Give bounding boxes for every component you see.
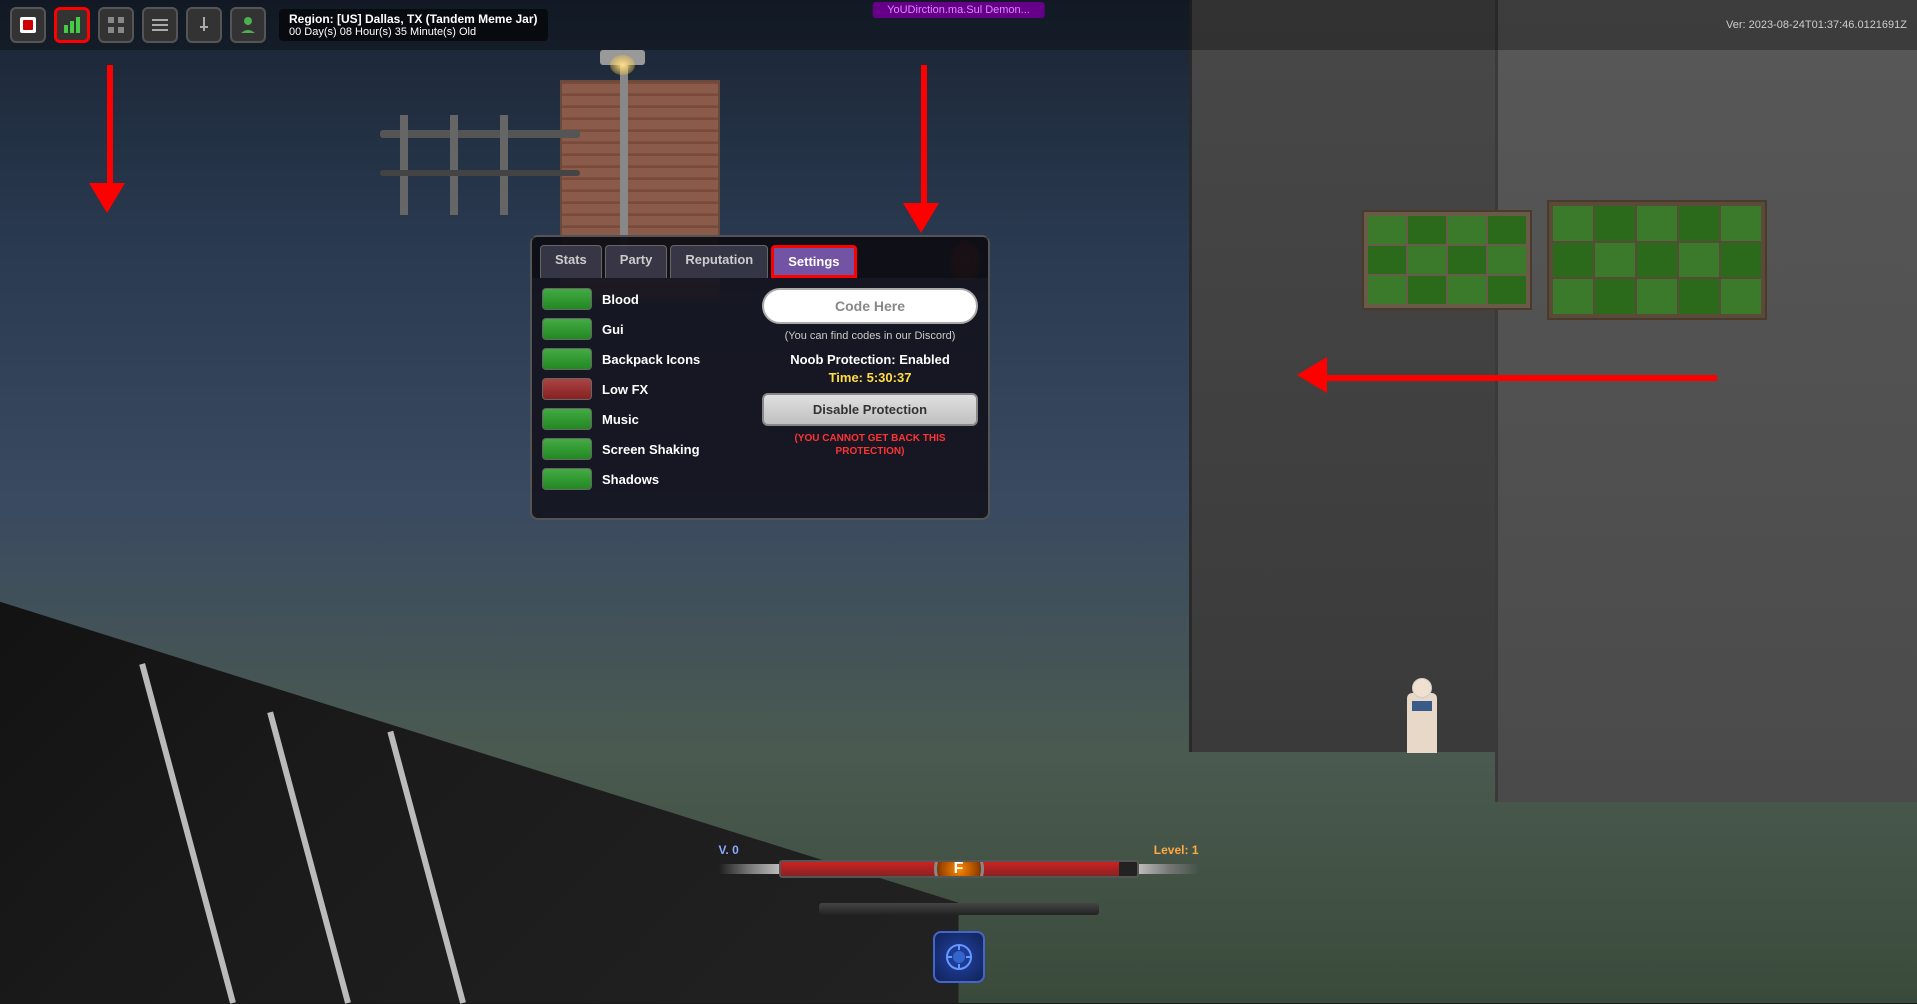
toggle-label-music: Music bbox=[602, 412, 639, 427]
metal-pole-3 bbox=[500, 115, 508, 215]
tabs-row: Stats Party Reputation Settings bbox=[532, 237, 988, 278]
xp-bar-outer: F bbox=[779, 860, 1139, 878]
toggle-row-shadows: Shadows bbox=[542, 468, 752, 490]
stats-icon[interactable] bbox=[54, 7, 90, 43]
toggle-label-blood: Blood bbox=[602, 292, 639, 307]
toggle-lowfx[interactable] bbox=[542, 378, 592, 400]
skill-icon[interactable] bbox=[933, 931, 985, 983]
xp-bar-area: V. 0 Level: 1 F bbox=[719, 843, 1199, 878]
arrow-line-right-horizontal bbox=[1317, 375, 1717, 381]
toggle-row-screen-shaking: Screen Shaking bbox=[542, 438, 752, 460]
settings-right-col: Code Here (You can find codes in our Dis… bbox=[752, 288, 978, 498]
toggle-music[interactable] bbox=[542, 408, 592, 430]
scroll-icon[interactable] bbox=[142, 7, 178, 43]
toggle-row-lowfx: Low FX bbox=[542, 378, 752, 400]
disable-protection-button[interactable]: Disable Protection bbox=[762, 393, 978, 426]
poster-12 bbox=[1595, 279, 1635, 314]
poster-4 bbox=[1679, 206, 1719, 241]
arrow-line-settings-vertical bbox=[921, 65, 927, 205]
xp-emblem-letter: F bbox=[954, 860, 964, 878]
toggle-label-screen-shaking: Screen Shaking bbox=[602, 442, 700, 457]
protection-time-label: Time: bbox=[829, 370, 863, 385]
toggle-label-backpack: Backpack Icons bbox=[602, 352, 700, 367]
arrow-head-settings bbox=[903, 203, 939, 233]
poster-3 bbox=[1637, 206, 1677, 241]
poster-6 bbox=[1553, 243, 1593, 278]
poster-15 bbox=[1721, 279, 1761, 314]
toggle-label-lowfx: Low FX bbox=[602, 382, 648, 397]
purple-banner: YoUDirction.ma.Sul Demon... bbox=[872, 2, 1045, 18]
toggle-row-backpack: Backpack Icons bbox=[542, 348, 752, 370]
sword-icon[interactable] bbox=[186, 7, 222, 43]
toggle-screen-shaking[interactable] bbox=[542, 438, 592, 460]
lamp-light bbox=[610, 55, 635, 75]
tab-party[interactable]: Party bbox=[605, 245, 668, 278]
toggle-label-shadows: Shadows bbox=[602, 472, 659, 487]
toggle-backpack[interactable] bbox=[542, 348, 592, 370]
tab-stats[interactable]: Stats bbox=[540, 245, 602, 278]
metal-pole-1 bbox=[400, 115, 408, 215]
region-info: Region: [US] Dallas, TX (Tandem Meme Jar… bbox=[279, 9, 548, 41]
skill-icon-svg bbox=[944, 942, 974, 972]
toggle-row-music: Music bbox=[542, 408, 752, 430]
protection-status: Noob Protection: Enabled bbox=[762, 352, 978, 367]
xp-bar-wrapper: F bbox=[719, 860, 1199, 878]
poster-board-right bbox=[1547, 200, 1767, 320]
sword-decoration-left bbox=[719, 864, 779, 874]
toggles-column: Blood Gui Backpack Icons Low FX Music Sc bbox=[542, 288, 752, 498]
tab-settings[interactable]: Settings bbox=[771, 245, 856, 278]
panel-body: Blood Gui Backpack Icons Low FX Music Sc bbox=[532, 278, 988, 503]
xp-label-right: Level: 1 bbox=[1154, 843, 1199, 857]
poster-board-mid bbox=[1362, 210, 1532, 310]
top-hud-bar: Region: [US] Dallas, TX (Tandem Meme Jar… bbox=[0, 0, 1917, 50]
poster-13 bbox=[1637, 279, 1677, 314]
region-name: Region: [US] Dallas, TX (Tandem Meme Jar… bbox=[289, 12, 538, 26]
roblox-icon[interactable] bbox=[10, 7, 46, 43]
toggle-row-gui: Gui bbox=[542, 318, 752, 340]
grid-icon[interactable] bbox=[98, 7, 134, 43]
arrow-head-down bbox=[89, 183, 125, 213]
toggle-blood[interactable] bbox=[542, 288, 592, 310]
xp-label-left: V. 0 bbox=[719, 843, 739, 857]
arrow-line-down-vertical bbox=[107, 65, 113, 185]
weapon-bar bbox=[819, 903, 1099, 915]
toggle-row-blood: Blood bbox=[542, 288, 752, 310]
right-building-inner bbox=[1495, 0, 1917, 802]
poster-7 bbox=[1595, 243, 1635, 278]
poster-10 bbox=[1721, 243, 1761, 278]
protection-time-value: 5:30:37 bbox=[867, 370, 912, 385]
poster-2 bbox=[1595, 206, 1635, 241]
poster-8 bbox=[1637, 243, 1677, 278]
xp-labels: V. 0 Level: 1 bbox=[719, 843, 1199, 857]
xp-emblem: F bbox=[934, 860, 984, 878]
version-info: Ver: 2023-08-24T01:37:46.0121691Z bbox=[1726, 19, 1907, 31]
poster-9 bbox=[1679, 243, 1719, 278]
main-panel: Stats Party Reputation Settings Blood Gu… bbox=[530, 235, 990, 520]
npc-character bbox=[1407, 693, 1437, 753]
toggle-gui[interactable] bbox=[542, 318, 592, 340]
poster-5 bbox=[1721, 206, 1761, 241]
metal-pole-2 bbox=[450, 115, 458, 215]
metal-bar-1 bbox=[380, 130, 580, 138]
player-icon[interactable] bbox=[230, 7, 266, 43]
protection-warning: (YOU CANNOT GET BACK THIS PROTECTION) bbox=[762, 432, 978, 458]
tab-reputation[interactable]: Reputation bbox=[670, 245, 768, 278]
street-lamp bbox=[620, 60, 628, 260]
arrow-head-left bbox=[1297, 357, 1327, 393]
code-input[interactable]: Code Here bbox=[762, 288, 978, 324]
poster-14 bbox=[1679, 279, 1719, 314]
region-uptime: 00 Day(s) 08 Hour(s) 35 Minute(s) Old bbox=[289, 26, 538, 38]
toggle-label-gui: Gui bbox=[602, 322, 624, 337]
metal-bar-2 bbox=[380, 170, 580, 176]
sword-decoration-right bbox=[1139, 864, 1199, 874]
toggle-shadows[interactable] bbox=[542, 468, 592, 490]
protection-time: Time: 5:30:37 bbox=[762, 370, 978, 385]
poster-1 bbox=[1553, 206, 1593, 241]
poster-11 bbox=[1553, 279, 1593, 314]
discord-hint: (You can find codes in our Discord) bbox=[762, 329, 978, 344]
